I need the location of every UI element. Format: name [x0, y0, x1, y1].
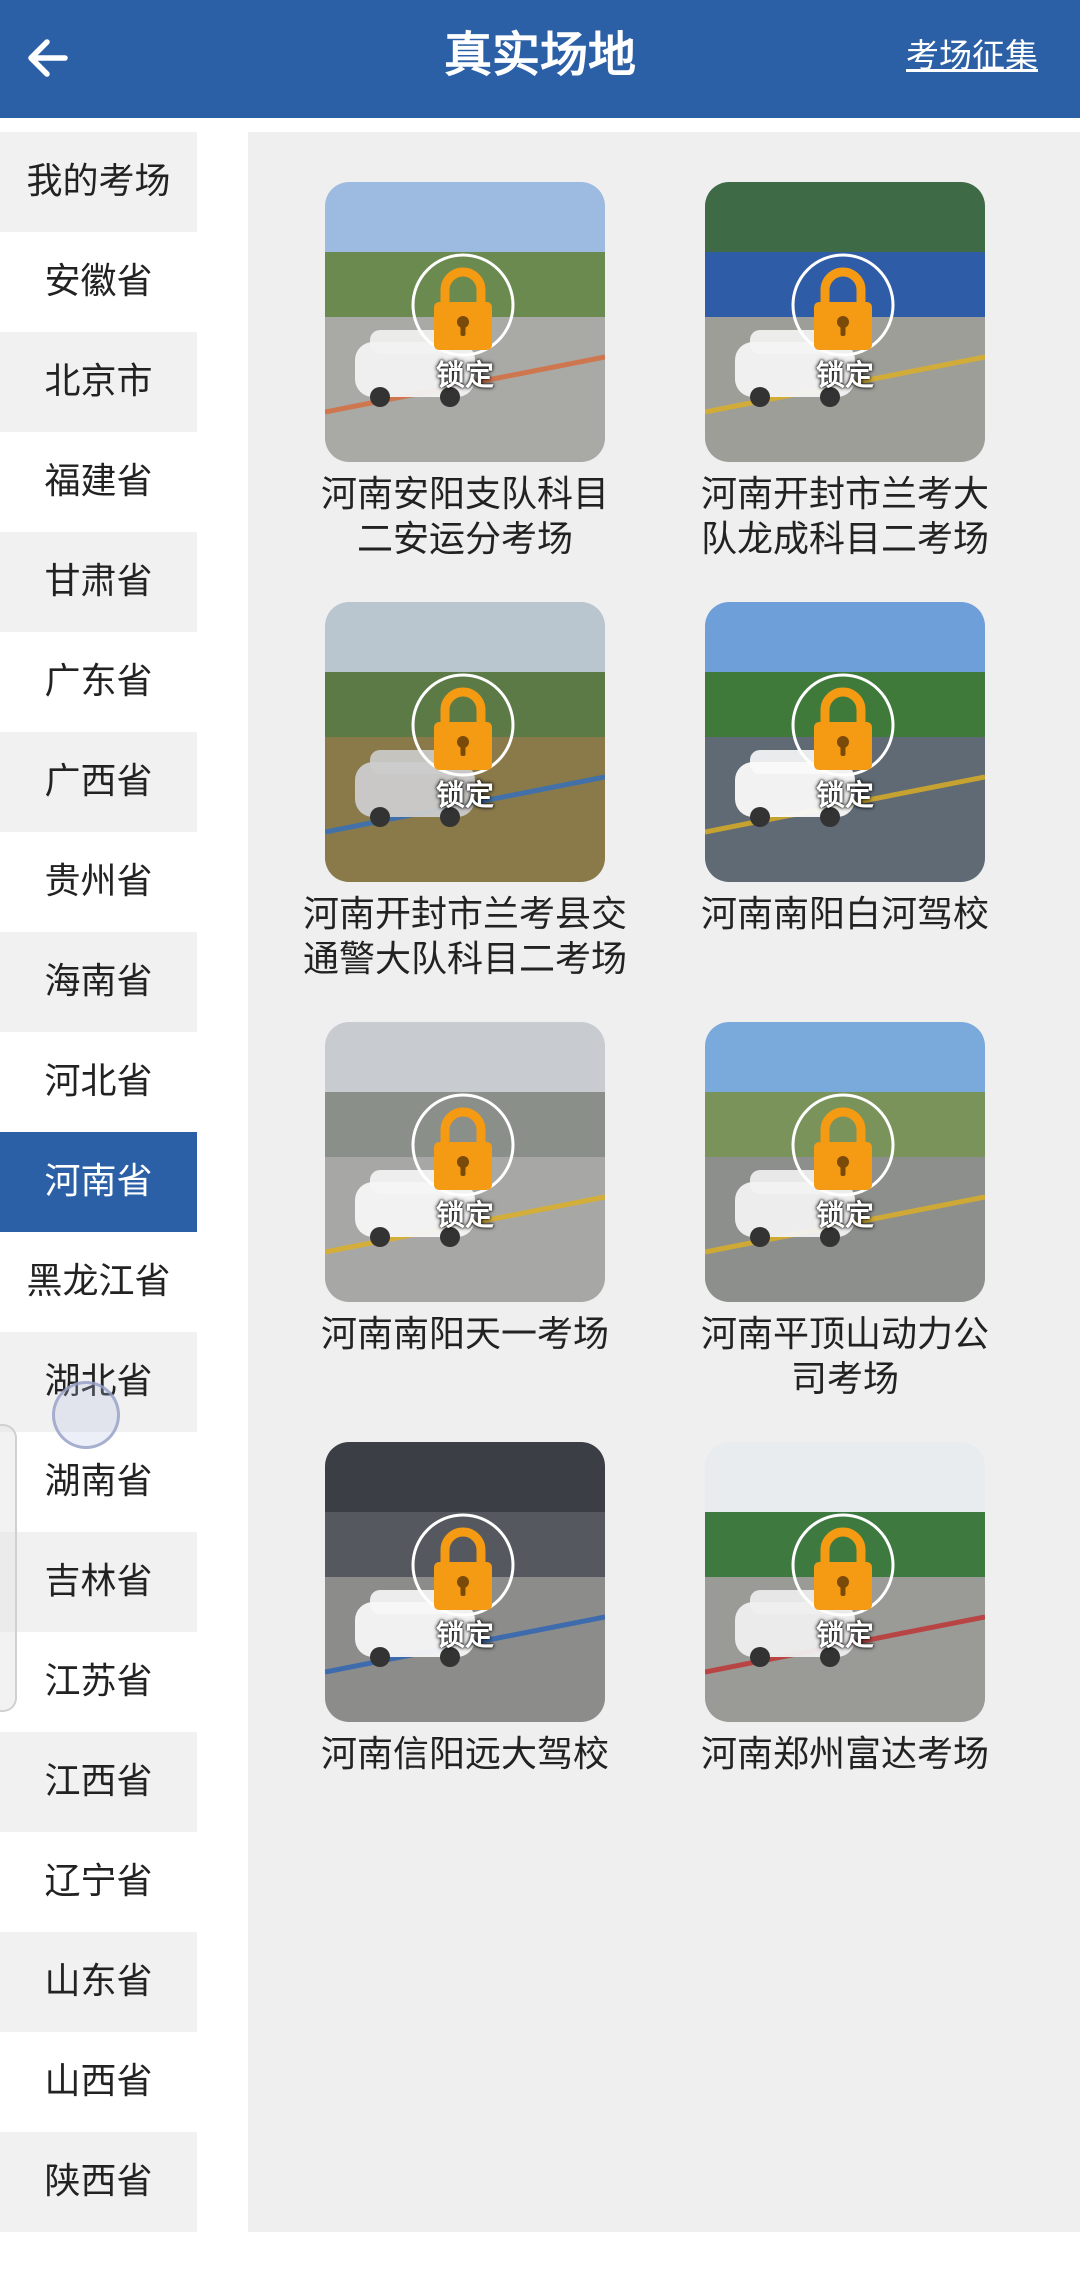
sidebar-item-5[interactable]: 广东省	[0, 632, 197, 732]
venue-name-line2: 通警大队科目二考场	[302, 939, 627, 980]
venue-collection-link[interactable]: 考场征集	[906, 28, 1038, 84]
lock-icon	[411, 253, 515, 357]
lock-status-label: 锁定	[815, 358, 874, 392]
lock-icon	[411, 1093, 515, 1197]
venue-card[interactable]: 锁定河南信阳远大驾校	[275, 1442, 655, 1842]
edge-swipe-handle[interactable]	[0, 1424, 17, 1712]
venue-name-line1: 河南平顶山动力公	[700, 1314, 989, 1355]
lock-icon	[411, 1513, 515, 1617]
sidebar-item-7[interactable]: 贵州省	[0, 832, 197, 932]
back-arrow-icon[interactable]	[12, 22, 82, 94]
venue-name: 河南开封市兰考县交 通警大队科目二考场	[275, 892, 655, 982]
venue-name: 河南郑州富达考场	[655, 1732, 1035, 1777]
venue-name-line1: 河南南阳白河驾校	[700, 894, 989, 935]
lock-status-label: 锁定	[815, 1618, 874, 1652]
venue-name: 河南开封市兰考大 队龙成科目二考场	[655, 472, 1035, 562]
lock-icon	[791, 1093, 895, 1197]
main-area: 我的考场 安徽省 北京市 福建省 甘肃省 广东省 广西省 贵州省 海南省 河北省 河南省 黑龙江省 湖北…	[0, 118, 1080, 2283]
venue-name-line1: 河南开封市兰考县交	[302, 894, 627, 935]
lock-status-label: 锁定	[815, 778, 874, 812]
lock-status-label: 锁定	[435, 358, 494, 392]
sidebar-item-16[interactable]: 江西省	[0, 1732, 197, 1832]
venue-name-line2: 二安运分考场	[356, 519, 573, 560]
venue-card[interactable]: 锁定河南平顶山动力公 司考场	[655, 1022, 1035, 1422]
venue-card[interactable]: 锁定河南南阳天一考场	[275, 1022, 655, 1422]
venue-card[interactable]: 锁定河南安阳支队科目 二安运分考场	[275, 182, 655, 582]
lock-status-label: 锁定	[815, 1198, 874, 1232]
venue-photo: 锁定	[325, 1442, 605, 1722]
venue-photo: 锁定	[705, 1442, 985, 1722]
venue-name: 河南平顶山动力公 司考场	[655, 1312, 1035, 1402]
lock-icon	[791, 1513, 895, 1617]
sidebar-item-17[interactable]: 辽宁省	[0, 1832, 197, 1932]
venue-photo: 锁定	[705, 1022, 985, 1302]
sidebar-item-20[interactable]: 陕西省	[0, 2132, 197, 2232]
sidebar-item-1[interactable]: 安徽省	[0, 232, 197, 332]
lock-status-label: 锁定	[435, 1618, 494, 1652]
venue-name-line1: 河南南阳天一考场	[320, 1314, 609, 1355]
province-sidebar: 我的考场 安徽省 北京市 福建省 甘肃省 广东省 广西省 贵州省 海南省 河北省 河南省 黑龙江省 湖北…	[0, 132, 197, 2232]
venue-photo: 锁定	[325, 1022, 605, 1302]
venue-name-line1: 河南安阳支队科目	[320, 474, 609, 515]
lock-icon	[791, 253, 895, 357]
sidebar-item-19[interactable]: 山西省	[0, 2032, 197, 2132]
lock-icon	[411, 673, 515, 777]
venue-name-line1: 河南郑州富达考场	[700, 1734, 989, 1775]
venue-name-line2: 司考场	[790, 1359, 899, 1400]
sidebar-item-15[interactable]: 江苏省	[0, 1632, 197, 1732]
venue-name-line1: 河南信阳远大驾校	[320, 1734, 609, 1775]
venue-card[interactable]: 锁定河南郑州富达考场	[655, 1442, 1035, 1842]
venue-name: 河南信阳远大驾校	[275, 1732, 655, 1777]
sidebar-item-9[interactable]: 河北省	[0, 1032, 197, 1132]
lock-icon	[791, 673, 895, 777]
sidebar-item-18[interactable]: 山东省	[0, 1932, 197, 2032]
sidebar-item-3[interactable]: 福建省	[0, 432, 197, 532]
venue-photo: 锁定	[705, 602, 985, 882]
touch-indicator	[52, 1381, 120, 1449]
venue-card[interactable]: 锁定河南南阳白河驾校	[655, 602, 1035, 1002]
venue-card[interactable]: 锁定河南开封市兰考县交 通警大队科目二考场	[275, 602, 655, 1002]
venue-grid: 锁定 河南安阳支队科目 二安运分考场 锁定 河南开封市兰考大 队龙成科目二考场 锁定 河南开封…	[248, 132, 1080, 2232]
venue-photo: 锁定	[325, 602, 605, 882]
venue-name: 河南安阳支队科目 二安运分考场	[275, 472, 655, 562]
app-header: 真实场地 考场征集	[0, 0, 1080, 118]
venue-name-line2: 队龙成科目二考场	[700, 519, 989, 560]
venue-photo: 锁定	[705, 182, 985, 462]
venue-name-line1: 河南开封市兰考大	[700, 474, 989, 515]
sidebar-item-11[interactable]: 黑龙江省	[0, 1232, 197, 1332]
sidebar-item-0[interactable]: 我的考场	[0, 132, 197, 232]
sidebar-item-2[interactable]: 北京市	[0, 332, 197, 432]
venue-photo: 锁定	[325, 182, 605, 462]
lock-status-label: 锁定	[435, 1198, 494, 1232]
sidebar-item-6[interactable]: 广西省	[0, 732, 197, 832]
venue-name: 河南南阳天一考场	[275, 1312, 655, 1357]
sidebar-item-14[interactable]: 吉林省	[0, 1532, 197, 1632]
sidebar-item-4[interactable]: 甘肃省	[0, 532, 197, 632]
sidebar-item-10[interactable]: 河南省	[0, 1132, 197, 1232]
venue-card[interactable]: 锁定河南开封市兰考大 队龙成科目二考场	[655, 182, 1035, 582]
sidebar-item-13[interactable]: 湖南省	[0, 1432, 197, 1532]
sidebar-item-8[interactable]: 海南省	[0, 932, 197, 1032]
venue-name: 河南南阳白河驾校	[655, 892, 1035, 937]
lock-status-label: 锁定	[435, 778, 494, 812]
